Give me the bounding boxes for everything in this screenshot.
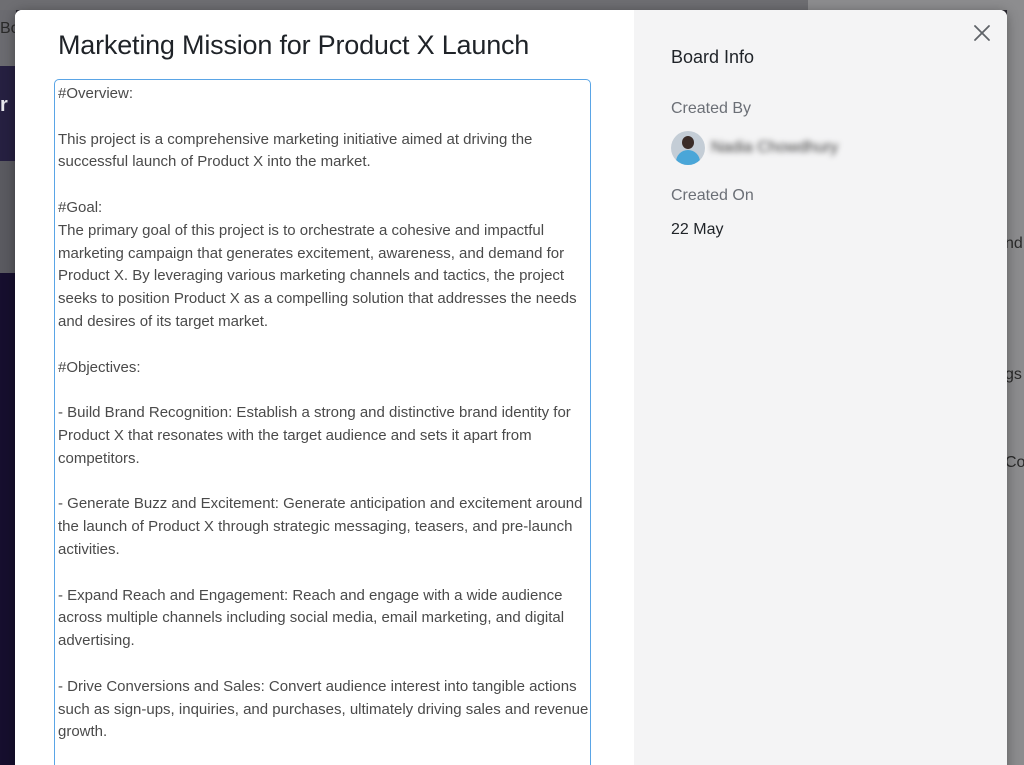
creator: Nadia Chowdhury <box>671 131 838 165</box>
background-right-content <box>1007 10 1024 765</box>
description-text[interactable]: #Overview: This project is a comprehensi… <box>55 80 590 744</box>
background-left-sidebar <box>0 273 16 765</box>
created-on-date: 22 May <box>671 221 724 238</box>
created-on-label: Created On <box>671 187 754 204</box>
background-left-header <box>0 10 16 66</box>
avatar <box>671 131 705 165</box>
board-info-heading: Board Info <box>671 47 755 67</box>
avatar-head <box>682 136 694 149</box>
background-topbar-right <box>808 0 1024 10</box>
modal-main-panel: Marketing Mission for Product X Launch #… <box>15 10 634 765</box>
avatar-body <box>676 150 700 165</box>
description-editor[interactable]: #Overview: This project is a comprehensi… <box>54 79 591 765</box>
board-info-panel: Board Info Created By Nadia Chowdhury Cr… <box>634 10 1007 765</box>
background-peek-text: gs <box>1005 366 1022 383</box>
close-icon <box>974 25 990 41</box>
background-peek-text: r <box>0 94 8 116</box>
background-peek-text: Co <box>1005 454 1024 471</box>
close-button[interactable] <box>971 22 993 44</box>
background-left-panel <box>0 161 16 273</box>
creator-name: Nadia Chowdhury <box>711 139 839 156</box>
board-title[interactable]: Marketing Mission for Product X Launch <box>58 30 529 61</box>
created-by-label: Created By <box>671 100 752 117</box>
background-topbar <box>0 0 808 10</box>
background-peek-text: nd <box>1005 235 1023 252</box>
board-details-modal: Marketing Mission for Product X Launch #… <box>15 10 1007 765</box>
